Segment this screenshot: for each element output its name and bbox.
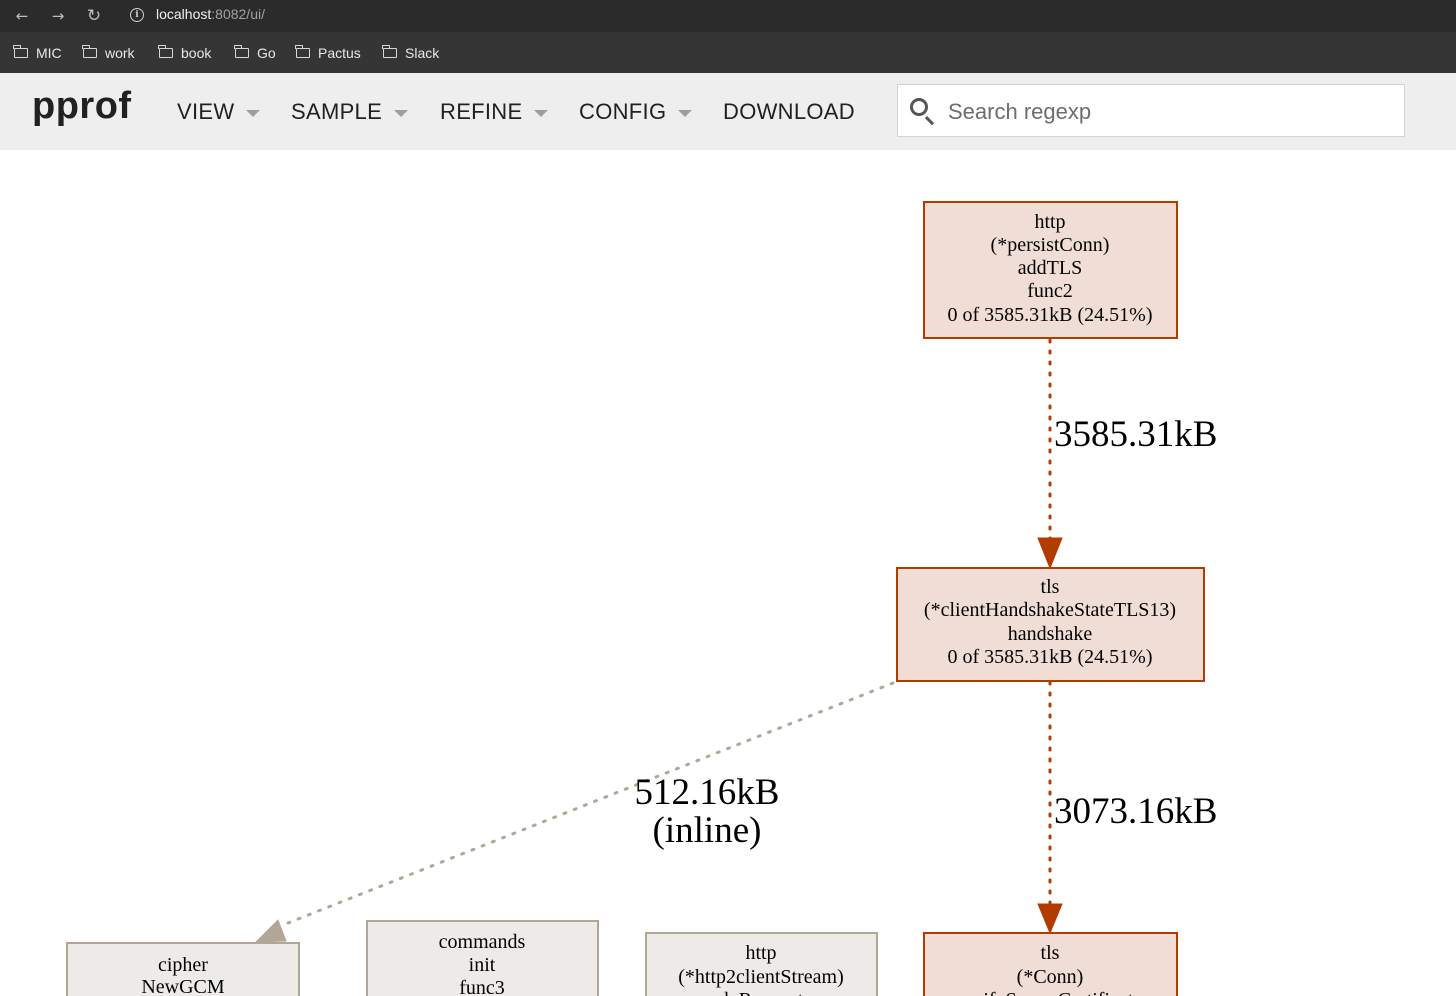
- node-line: tls: [1041, 942, 1060, 964]
- folder-icon: [382, 45, 397, 58]
- pprof-header: pprof VIEW SAMPLE REFINE CONFIG DOWNLOAD: [0, 73, 1456, 150]
- node-line: NewGCM: [141, 976, 225, 996]
- bookmark-go[interactable]: Go: [234, 43, 276, 63]
- app-logo[interactable]: pprof: [32, 85, 132, 128]
- node-line: tls: [1041, 576, 1060, 598]
- node-line: (*Conn): [1017, 966, 1084, 988]
- node-line: verifyServerCertificate: [958, 989, 1142, 996]
- call-graph[interactable]: 3585.31kB 512.16kB (inline) 3073.16kB ht…: [0, 150, 1456, 996]
- node-http2-client-stream[interactable]: http (*http2clientStream) doRequest: [645, 932, 878, 996]
- node-line: (*http2clientStream): [678, 966, 844, 988]
- node-line: init: [469, 954, 496, 976]
- browser-toolbar: ← → ↻ i localhost:8082/ui/: [0, 0, 1456, 32]
- bookmarks-bar: MIC work book Go Pactus Slack: [0, 32, 1456, 73]
- caret-down-icon: [246, 109, 261, 117]
- folder-icon: [234, 45, 249, 58]
- node-persist-conn-addtls[interactable]: http (*persistConn) addTLS func2 0 of 35…: [923, 201, 1178, 339]
- menu-download[interactable]: DOWNLOAD: [723, 97, 855, 127]
- node-client-handshake-tls13[interactable]: tls (*clientHandshakeStateTLS13) handsha…: [896, 567, 1205, 682]
- node-cipher-newgcm[interactable]: cipher NewGCM: [66, 942, 300, 996]
- edge-label: 3073.16kB: [1054, 791, 1217, 832]
- caret-down-icon: [534, 109, 549, 117]
- menu-view[interactable]: VIEW: [177, 97, 261, 127]
- node-line: http: [745, 942, 776, 964]
- node-line: func3: [459, 977, 505, 996]
- arrowhead-icon: [1037, 537, 1063, 570]
- search-box[interactable]: [897, 84, 1405, 137]
- node-line: doRequest: [719, 989, 804, 996]
- bookmark-slack[interactable]: Slack: [382, 43, 439, 63]
- bookmark-pactus[interactable]: Pactus: [295, 43, 361, 63]
- arrow-right-icon[interactable]: →: [46, 4, 70, 28]
- info-icon[interactable]: i: [130, 8, 144, 22]
- edge-addtls-to-handshake[interactable]: 3585.31kB: [1037, 338, 1217, 570]
- bookmark-mic[interactable]: MIC: [13, 43, 62, 63]
- arrowhead-icon: [254, 919, 287, 943]
- node-line: 0 of 3585.31kB (24.51%): [948, 646, 1153, 668]
- search-input[interactable]: [946, 95, 1390, 129]
- menu-config[interactable]: CONFIG: [579, 97, 693, 127]
- node-line: addTLS: [1018, 257, 1082, 279]
- reload-icon[interactable]: ↻: [82, 4, 106, 28]
- node-line: handshake: [1008, 623, 1093, 645]
- folder-icon: [158, 45, 173, 58]
- node-line: http: [1034, 211, 1065, 233]
- edge-label: 512.16kB: [635, 772, 780, 813]
- folder-icon: [13, 45, 28, 58]
- node-line: (*clientHandshakeStateTLS13): [924, 599, 1176, 621]
- caret-down-icon: [394, 109, 409, 117]
- node-commands-init-func3[interactable]: commands init func3: [366, 920, 599, 996]
- edge-label: 3585.31kB: [1054, 414, 1217, 455]
- arrowhead-icon: [1037, 903, 1063, 935]
- folder-icon: [295, 45, 310, 58]
- graph-canvas[interactable]: 3585.31kB 512.16kB (inline) 3073.16kB ht…: [0, 150, 1456, 996]
- folder-icon: [82, 45, 97, 58]
- node-line: cipher: [158, 954, 208, 976]
- search-icon: [910, 98, 928, 116]
- node-tls-conn-verify[interactable]: tls (*Conn) verifyServerCertificate: [923, 932, 1178, 996]
- node-line: 0 of 3585.31kB (24.51%): [948, 304, 1153, 326]
- bookmark-work[interactable]: work: [82, 43, 135, 63]
- menu-refine[interactable]: REFINE: [440, 97, 549, 127]
- edge-handshake-to-newgcm[interactable]: 512.16kB (inline): [254, 681, 895, 943]
- bookmark-book[interactable]: book: [158, 43, 211, 63]
- arrow-left-icon[interactable]: ←: [10, 4, 34, 28]
- edge-handshake-to-conn[interactable]: 3073.16kB: [1037, 680, 1217, 935]
- url-text[interactable]: localhost:8082/ui/: [156, 6, 265, 22]
- edge-line: [286, 681, 895, 925]
- node-line: (*persistConn): [991, 234, 1110, 256]
- node-line: func2: [1027, 280, 1073, 302]
- address-bar[interactable]: i localhost:8082/ui/: [122, 3, 1452, 29]
- menu-sample[interactable]: SAMPLE: [291, 97, 409, 127]
- node-line: commands: [439, 931, 526, 953]
- caret-down-icon: [678, 109, 693, 117]
- edge-label-inline: (inline): [653, 810, 762, 851]
